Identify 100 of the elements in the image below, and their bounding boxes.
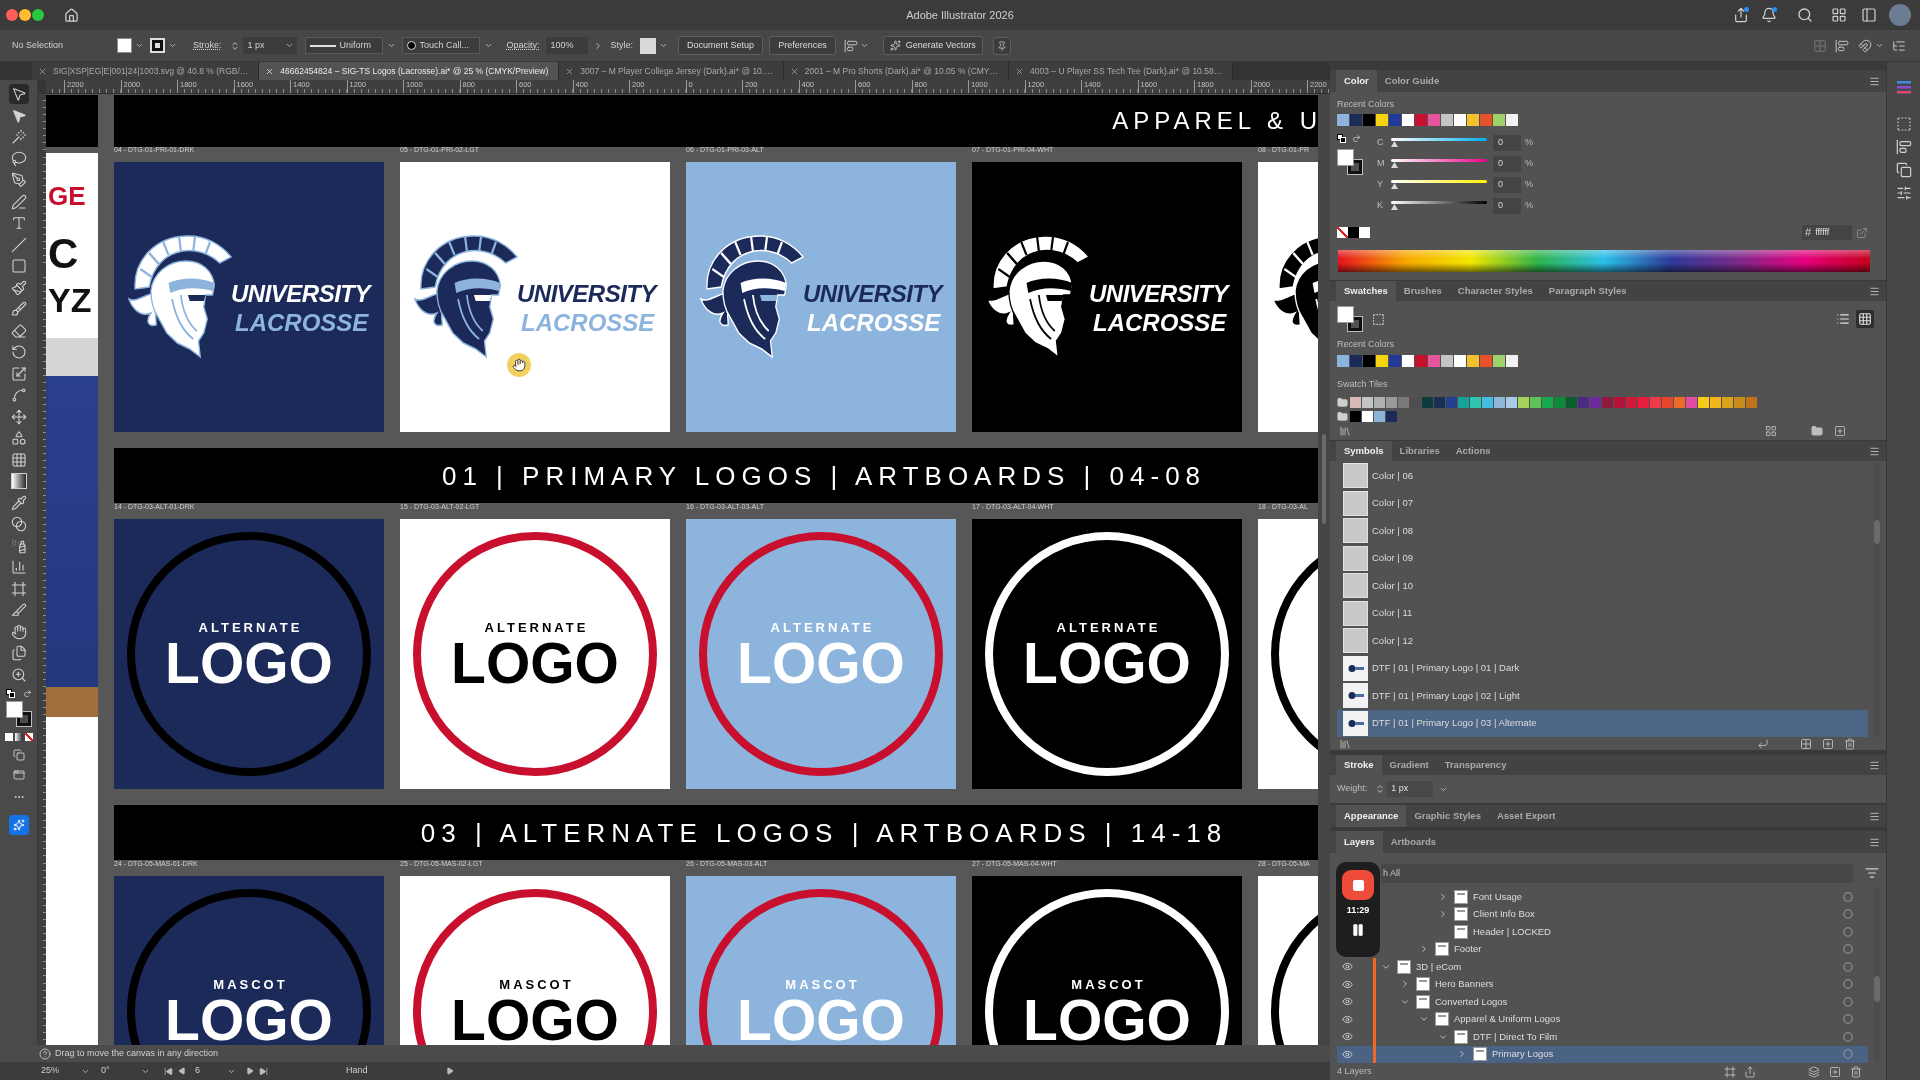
grid-icon[interactable] bbox=[1800, 737, 1812, 750]
caret-icon[interactable] bbox=[1875, 41, 1884, 50]
none-swatch-icon[interactable] bbox=[1337, 227, 1348, 238]
caret-icon[interactable] bbox=[483, 41, 493, 50]
panel-tab[interactable]: Symbols bbox=[1336, 441, 1392, 461]
square-plus-icon[interactable] bbox=[1834, 425, 1846, 437]
color-swatch[interactable] bbox=[1734, 396, 1745, 408]
chevron-right-icon[interactable] bbox=[1457, 1049, 1467, 1060]
color-swatch[interactable] bbox=[1590, 396, 1601, 408]
skip-back-icon[interactable] bbox=[164, 1066, 173, 1076]
color-swatch[interactable] bbox=[1428, 355, 1440, 367]
color-swatch[interactable] bbox=[1454, 114, 1466, 126]
caret-icon[interactable] bbox=[386, 41, 396, 50]
panel-tab[interactable]: Transparency bbox=[1436, 755, 1515, 775]
color-swatch[interactable] bbox=[1446, 396, 1457, 408]
panel-tab[interactable]: Color bbox=[1336, 70, 1377, 92]
channel-value-field[interactable]: 0 bbox=[1493, 134, 1521, 151]
target-circle-icon[interactable] bbox=[1843, 926, 1853, 937]
color-swatch[interactable] bbox=[1363, 114, 1375, 126]
panel-tab[interactable]: Appearance bbox=[1336, 805, 1407, 827]
color-swatch[interactable] bbox=[1363, 355, 1375, 367]
color-swatch[interactable] bbox=[1506, 114, 1518, 126]
color-swatch[interactable] bbox=[1441, 114, 1453, 126]
color-swatch[interactable] bbox=[1493, 114, 1505, 126]
color-swatch[interactable] bbox=[1374, 410, 1385, 422]
slider-track[interactable] bbox=[1391, 159, 1487, 168]
color-swatch[interactable] bbox=[1530, 396, 1541, 408]
layer-row[interactable]: Apparel & Uniform Logos bbox=[1337, 1010, 1868, 1028]
caret-icon[interactable] bbox=[168, 41, 178, 50]
layer-row[interactable]: Hero Banners bbox=[1337, 975, 1868, 993]
panel-menu-icon[interactable] bbox=[1869, 445, 1880, 457]
layout-grid-icon[interactable] bbox=[1831, 7, 1847, 23]
color-swatch[interactable] bbox=[1470, 396, 1481, 408]
brush-dropdown[interactable]: Touch Call... bbox=[401, 37, 480, 54]
color-swatch[interactable] bbox=[1542, 396, 1553, 408]
triangle-right-icon[interactable] bbox=[445, 1067, 454, 1075]
close-icon[interactable] bbox=[565, 66, 575, 76]
caret-icon[interactable] bbox=[859, 41, 869, 50]
dashed-square-icon[interactable] bbox=[1372, 312, 1385, 326]
opacity-field[interactable]: 100% bbox=[545, 37, 588, 54]
search-icon[interactable] bbox=[1797, 7, 1813, 23]
color-swatch[interactable] bbox=[1398, 396, 1409, 408]
panel-tab[interactable]: Paragraph Styles bbox=[1540, 281, 1635, 301]
overlapping-squares-icon[interactable] bbox=[12, 748, 25, 761]
panel-tab[interactable]: Color Guide bbox=[1376, 70, 1448, 92]
color-swatch[interactable] bbox=[1362, 396, 1373, 408]
overlapping-squares-icon[interactable] bbox=[1895, 162, 1912, 178]
color-swatch[interactable] bbox=[1578, 396, 1589, 408]
panel-left-icon[interactable] bbox=[1861, 7, 1877, 23]
caret-icon[interactable] bbox=[284, 41, 294, 50]
close-icon[interactable] bbox=[265, 66, 275, 76]
eye-icon[interactable] bbox=[1341, 1031, 1353, 1043]
color-swatch[interactable] bbox=[1337, 355, 1349, 367]
vertical-scrollbar[interactable] bbox=[1318, 94, 1330, 1045]
color-swatch[interactable] bbox=[1626, 396, 1637, 408]
triangle-right-icon[interactable] bbox=[246, 1067, 254, 1075]
stroke-weight-field[interactable]: 1 px bbox=[242, 37, 297, 54]
color-swatch[interactable] bbox=[1350, 355, 1362, 367]
chevron-right-icon[interactable] bbox=[1400, 979, 1410, 990]
target-circle-icon[interactable] bbox=[1843, 1031, 1853, 1042]
eye-icon[interactable] bbox=[1341, 1048, 1353, 1060]
color-swatch[interactable] bbox=[1662, 396, 1673, 408]
layer-row[interactable]: Converted Logos bbox=[1337, 993, 1868, 1011]
panel-menu-icon[interactable] bbox=[1869, 75, 1880, 87]
document-tab[interactable]: 46662454824 – SIG-TS Logos (Lacrosse).ai* @ 25 % (CMYK/Preview) bbox=[259, 62, 560, 80]
chevron-right-icon[interactable] bbox=[1438, 909, 1448, 920]
slider-thumb[interactable] bbox=[1391, 162, 1398, 168]
swatch-icon[interactable] bbox=[1348, 227, 1359, 238]
layer-row[interactable]: Font Usage bbox=[1381, 888, 1868, 906]
caret-icon[interactable] bbox=[659, 41, 669, 50]
color-swatch[interactable] bbox=[1402, 355, 1414, 367]
color-swatch[interactable] bbox=[1350, 410, 1361, 422]
sparkle-tile-icon[interactable] bbox=[8, 814, 29, 835]
target-circle-icon[interactable] bbox=[1843, 979, 1853, 990]
spinner-icon[interactable] bbox=[1375, 783, 1386, 795]
toolbar-button[interactable]: Document Setup bbox=[678, 36, 764, 55]
eye-icon[interactable] bbox=[1341, 1013, 1353, 1025]
swatch-icon[interactable] bbox=[1359, 227, 1370, 238]
generate-vectors-button[interactable]: Generate Vectors bbox=[882, 36, 983, 55]
trash-icon[interactable] bbox=[1844, 737, 1856, 750]
color-swatch[interactable] bbox=[1389, 114, 1401, 126]
color-swatch[interactable] bbox=[1374, 396, 1385, 408]
color-swatch[interactable] bbox=[1350, 396, 1361, 408]
color-swatch[interactable] bbox=[1362, 410, 1373, 422]
gradient-mode-icon[interactable] bbox=[14, 732, 23, 741]
panel-menu-icon[interactable] bbox=[1869, 759, 1880, 771]
layers-icon[interactable] bbox=[1808, 1065, 1820, 1078]
color-swatch[interactable] bbox=[1389, 355, 1401, 367]
color-swatch[interactable] bbox=[1686, 396, 1697, 408]
slider-track[interactable] bbox=[1391, 201, 1487, 210]
target-circle-icon[interactable] bbox=[1843, 1049, 1853, 1060]
color-swatch[interactable] bbox=[1722, 396, 1733, 408]
target-circle-icon[interactable] bbox=[1843, 996, 1853, 1007]
document-tab[interactable]: 4003 – U Player SS Tech Tee (Dark).ai* @ 10.58… bbox=[1009, 62, 1234, 80]
channel-value-field[interactable]: 0 bbox=[1493, 197, 1521, 214]
dashed-square-icon[interactable] bbox=[1895, 116, 1912, 132]
color-swatch[interactable] bbox=[1410, 396, 1421, 408]
gradient-tile-icon[interactable] bbox=[8, 471, 29, 491]
curved-arrow-icon[interactable] bbox=[22, 689, 32, 698]
target-circle-icon[interactable] bbox=[1843, 961, 1853, 972]
